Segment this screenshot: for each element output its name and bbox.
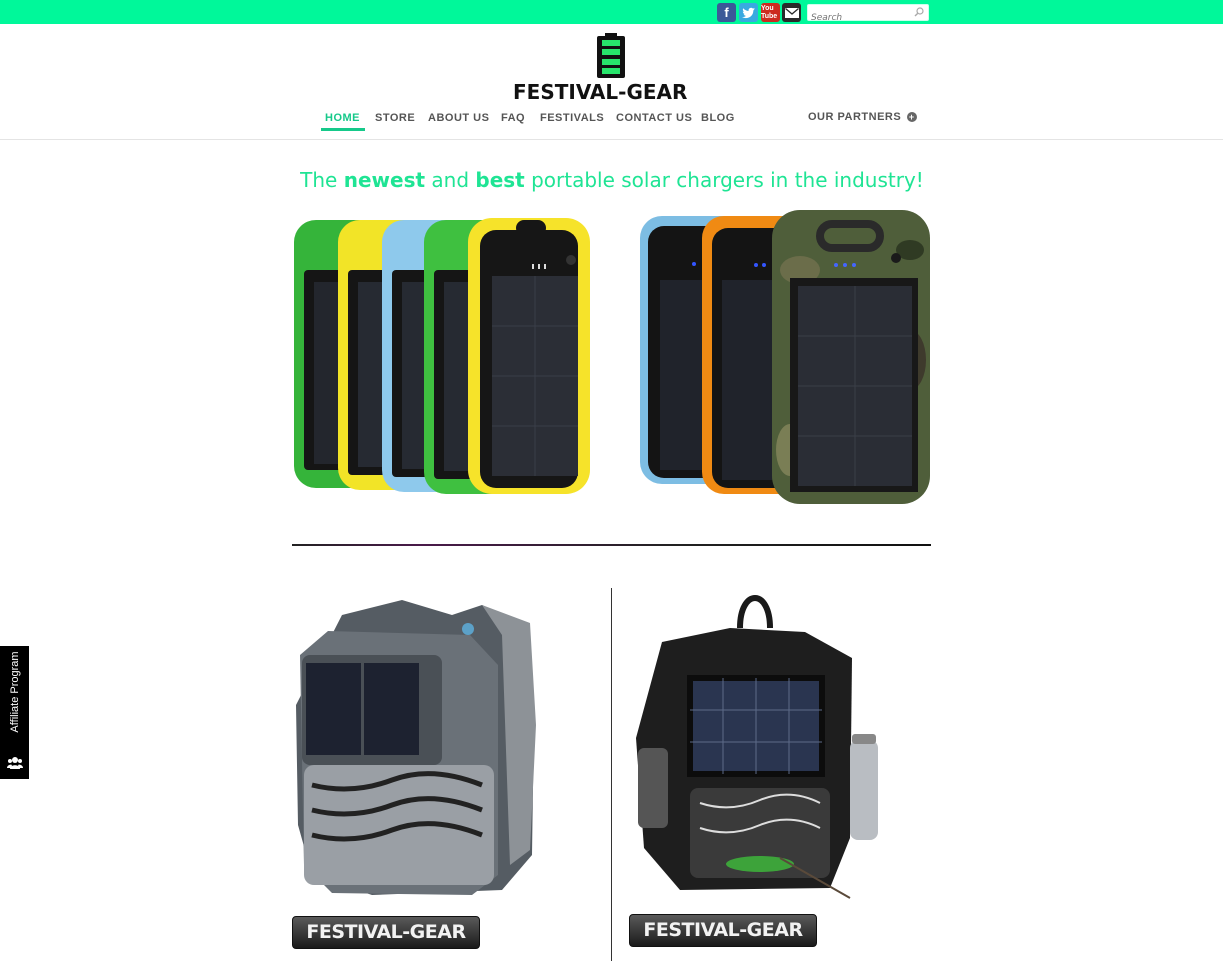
logo-text: FESTIVAL-GEAR bbox=[513, 80, 688, 104]
solar-chargers-camo-image[interactable] bbox=[640, 210, 932, 508]
festival-gear-badge-left: FESTIVAL-GEAR bbox=[292, 916, 480, 949]
affiliate-program-label: Affiliate Program bbox=[9, 651, 21, 733]
tagline: The newest and best portable solar charg… bbox=[292, 168, 932, 192]
nav-about-us[interactable]: ABOUT US bbox=[428, 112, 489, 124]
affiliate-program-tab[interactable]: Affiliate Program bbox=[0, 646, 29, 779]
battery-icon bbox=[597, 33, 625, 78]
main-nav: HOME STORE ABOUT US FAQ FESTIVALS CONTAC… bbox=[0, 111, 1223, 140]
nav-store[interactable]: STORE bbox=[375, 112, 415, 124]
facebook-icon[interactable]: f bbox=[717, 3, 736, 22]
nav-divider bbox=[0, 139, 1223, 140]
nav-contact-us[interactable]: CONTACT US bbox=[616, 112, 692, 124]
email-icon[interactable] bbox=[782, 3, 801, 22]
column-divider bbox=[611, 588, 612, 961]
search-input[interactable] bbox=[808, 10, 908, 26]
site-logo[interactable]: FESTIVAL-GEAR bbox=[513, 33, 709, 104]
nav-festivals[interactable]: FESTIVALS bbox=[540, 112, 604, 124]
section-divider bbox=[292, 544, 931, 546]
tagline-part: The bbox=[300, 168, 344, 192]
festival-gear-badge-right: FESTIVAL-GEAR bbox=[629, 914, 817, 947]
tagline-part: and bbox=[425, 168, 476, 192]
top-bar: f You Tube bbox=[0, 0, 1223, 26]
tagline-part: portable solar chargers in the industry! bbox=[524, 168, 924, 192]
black-solar-backpack-image[interactable] bbox=[630, 588, 886, 900]
gray-solar-backpack-image[interactable] bbox=[292, 595, 537, 903]
solar-chargers-colorful-image[interactable] bbox=[292, 212, 592, 497]
nav-blog[interactable]: BLOG bbox=[701, 112, 735, 124]
search-box bbox=[807, 4, 929, 26]
nav-faq[interactable]: FAQ bbox=[501, 112, 525, 124]
active-nav-indicator bbox=[321, 128, 365, 131]
tagline-bold: newest bbox=[343, 168, 426, 192]
plus-circle-icon: + bbox=[906, 112, 917, 122]
users-icon bbox=[7, 757, 23, 769]
search-icon[interactable] bbox=[914, 7, 924, 17]
nav-home[interactable]: HOME bbox=[325, 112, 360, 124]
twitter-icon[interactable] bbox=[739, 3, 758, 22]
tagline-bold: best bbox=[475, 168, 525, 192]
youtube-icon[interactable]: You Tube bbox=[761, 3, 780, 22]
nav-our-partners[interactable]: OUR PARTNERS + bbox=[808, 111, 917, 123]
our-partners-label: OUR PARTNERS bbox=[808, 111, 902, 123]
